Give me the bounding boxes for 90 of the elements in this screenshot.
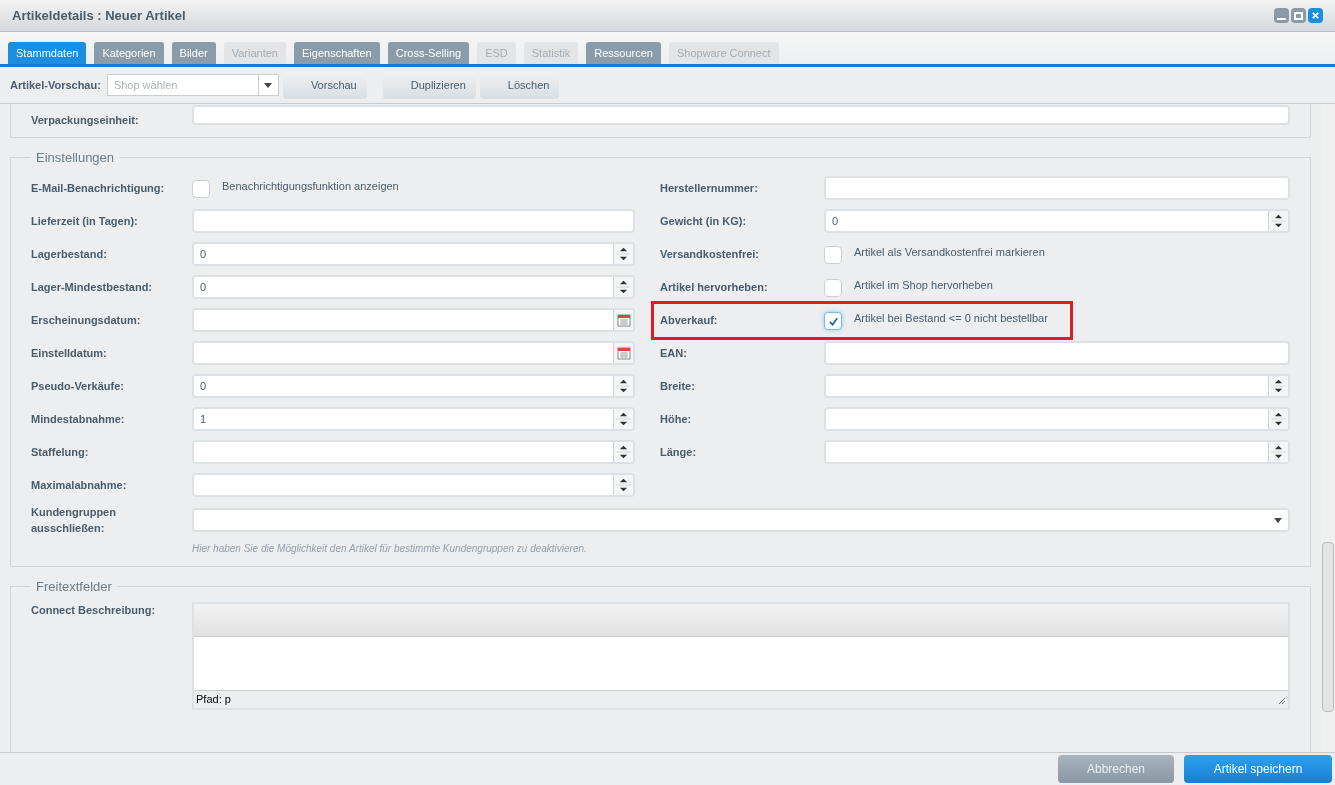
input-field[interactable] — [824, 407, 1290, 431]
tab[interactable]: Ressourcen — [586, 42, 661, 64]
field-label: Höhe: — [660, 411, 693, 427]
toolbar-button[interactable]: Duplizieren — [382, 71, 476, 99]
cancel-button[interactable]: Abbrechen — [1058, 755, 1174, 783]
editor-path: Pfad: p — [196, 692, 231, 708]
field-label: Gewicht (in KG): — [660, 213, 748, 229]
field-value: 1 — [199, 412, 208, 427]
toolbar-label: Artikel-Vorschau: — [10, 77, 101, 93]
save-button[interactable]: Artikel speichern — [1184, 755, 1332, 783]
input-field[interactable] — [192, 473, 635, 497]
select-field[interactable] — [192, 508, 1290, 532]
input-field[interactable] — [824, 374, 1290, 398]
window-title: Artikeldetails : Neuer Artikel — [12, 6, 186, 25]
close-icon — [1311, 11, 1320, 20]
checkbox[interactable] — [824, 312, 842, 330]
shop-select[interactable]: Shop wählen — [106, 74, 279, 96]
checkmark-icon — [827, 315, 839, 327]
field-label: Staffelung: — [31, 444, 90, 460]
input-field[interactable] — [192, 209, 635, 233]
spinner-icon[interactable] — [613, 442, 633, 462]
spinner-icon[interactable] — [613, 409, 633, 429]
field-label: Artikel hervorheben: — [660, 279, 769, 295]
tab[interactable]: Cross-Selling — [387, 42, 470, 64]
field-label: Lieferzeit (in Tagen): — [31, 213, 139, 229]
spinner-icon[interactable] — [613, 244, 633, 264]
checkbox-label: Benachrichtigungsfunktion anzeigen — [222, 179, 399, 194]
field-label: Kundengruppen ausschließen: — [31, 504, 117, 536]
field-value: 0 — [199, 247, 208, 262]
field-label: E-Mail-Benachrichtigung: — [31, 180, 166, 196]
spinner-icon[interactable] — [1268, 442, 1288, 462]
section-title: Freitextfelder — [35, 577, 113, 596]
spinner-icon[interactable] — [613, 376, 633, 396]
hint-text: Hier haben Sie die Möglichkeit den Artikel für bestimmte Kundengruppen zu deaktivieren. — [192, 541, 588, 556]
input-field[interactable] — [824, 440, 1290, 464]
input-field[interactable] — [192, 440, 635, 464]
field-label: Einstelldatum: — [31, 345, 108, 361]
field-label: Abverkauf: — [660, 312, 719, 328]
tab[interactable]: Stammdaten — [8, 42, 87, 64]
input-field[interactable]: 0 — [192, 242, 635, 266]
scrollbar[interactable] — [1321, 104, 1335, 752]
field-label: Connect Beschreibung: — [31, 603, 157, 618]
field-label: Länge: — [660, 444, 698, 460]
spinner-icon[interactable] — [1268, 211, 1288, 231]
field-label: Lagerbestand: — [31, 246, 108, 262]
spinner-icon[interactable] — [1268, 376, 1288, 396]
input-field[interactable]: 0 — [824, 209, 1290, 233]
tab[interactable]: Kategorien — [94, 42, 164, 64]
field-label: Herstellernummer: — [660, 180, 759, 196]
tab[interactable]: Eigenschaften — [294, 42, 380, 64]
input-field[interactable] — [192, 341, 635, 365]
spinner-icon[interactable] — [613, 277, 633, 297]
minimize-button[interactable] — [1274, 8, 1289, 23]
field-value: 0 — [199, 379, 208, 394]
rich-text-editor[interactable]: Pfad: p — [192, 602, 1290, 710]
checkbox-label: Artikel als Versandkostenfrei markieren — [854, 245, 1045, 260]
field-label: Versandkostenfrei: — [660, 246, 761, 262]
field-label: Maximalabnahme: — [31, 477, 128, 493]
spinner-icon[interactable] — [613, 475, 633, 495]
input-field[interactable] — [192, 104, 1290, 125]
checkbox-label: Artikel im Shop hervorheben — [854, 278, 993, 293]
select-placeholder: Shop wählen — [112, 78, 179, 93]
input-field[interactable] — [824, 176, 1290, 200]
field-label: Pseudo-Verkäufe: — [31, 378, 125, 394]
field-label: Breite: — [660, 378, 696, 394]
close-button[interactable] — [1308, 8, 1323, 23]
input-field[interactable]: 0 — [192, 275, 635, 299]
calendar-icon[interactable] — [613, 343, 633, 363]
input-field[interactable] — [824, 341, 1290, 365]
field-label: Lager-Mindestbestand: — [31, 279, 153, 295]
toolbar-button[interactable]: Vorschau — [282, 71, 367, 99]
field-label: Erscheinungsdatum: — [31, 312, 142, 328]
field-value: 0 — [831, 214, 840, 229]
spinner-icon[interactable] — [1268, 409, 1288, 429]
checkbox[interactable] — [192, 180, 210, 198]
input-field[interactable]: 1 — [192, 407, 635, 431]
field-value: 0 — [199, 280, 208, 295]
tab[interactable]: Bilder — [171, 42, 216, 64]
input-field[interactable]: 0 — [192, 374, 635, 398]
field-label: EAN: — [660, 345, 688, 361]
checkbox[interactable] — [824, 279, 842, 297]
checkbox[interactable] — [824, 246, 842, 264]
maximize-button[interactable] — [1291, 8, 1306, 23]
toolbar-button[interactable]: Löschen — [479, 71, 560, 99]
section-title: Einstellungen — [35, 149, 116, 167]
input-field[interactable] — [192, 308, 635, 332]
field-label: Mindestabnahme: — [31, 411, 126, 427]
field-label: Verpackungseinheit: — [31, 113, 140, 129]
calendar-icon[interactable] — [613, 310, 633, 330]
checkbox-label: Artikel bei Bestand <= 0 nicht bestellbar — [854, 311, 1048, 326]
